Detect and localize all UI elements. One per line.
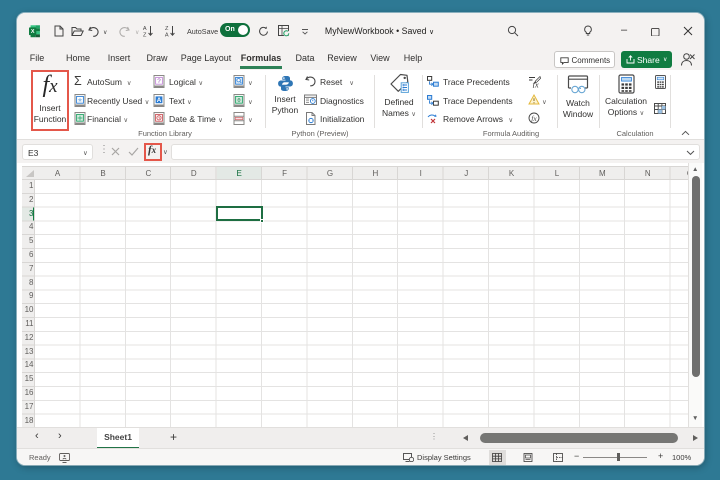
svg-text:X: X	[31, 29, 35, 35]
svg-text:?: ?	[157, 78, 161, 85]
svg-text:θ: θ	[237, 98, 240, 104]
svg-text:A: A	[165, 33, 169, 38]
svg-text:A: A	[143, 26, 147, 32]
svg-text:fx: fx	[531, 114, 537, 123]
svg-text:Z: Z	[143, 33, 147, 38]
svg-text:A: A	[157, 97, 162, 104]
svg-text:Z: Z	[165, 26, 169, 32]
